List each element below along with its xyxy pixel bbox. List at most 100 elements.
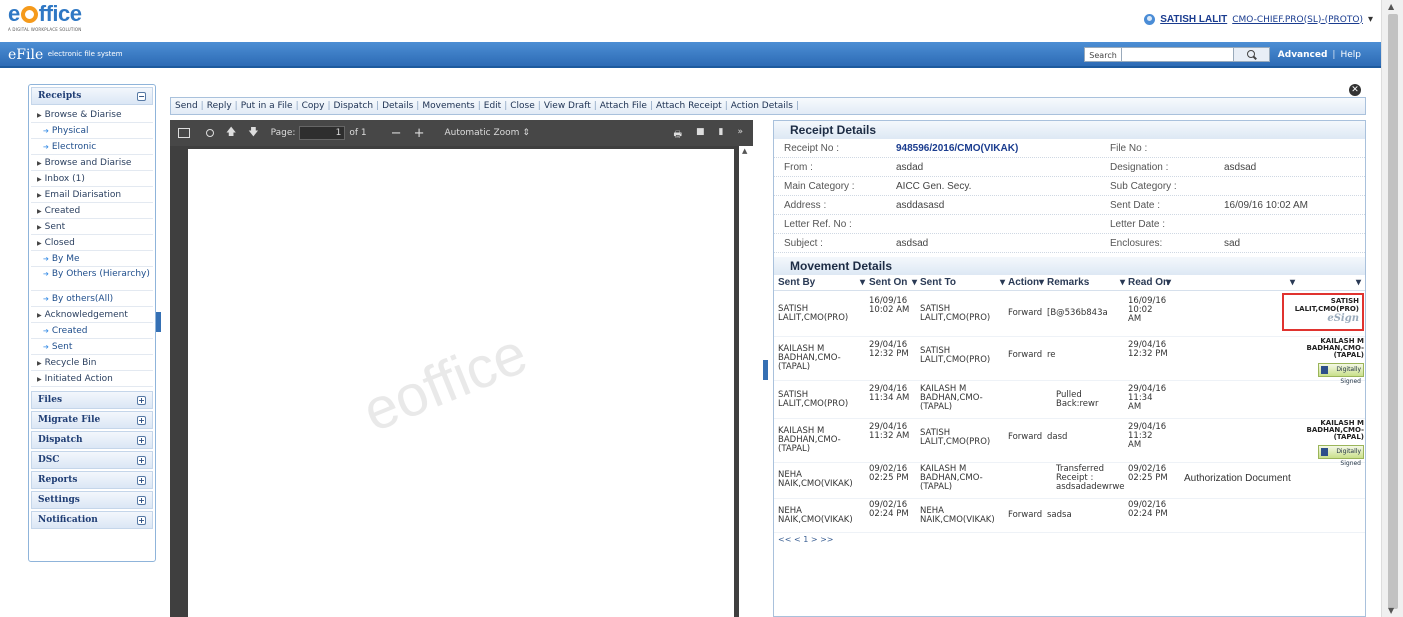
- nav-browse-and-diarise[interactable]: ▶ Browse and Diarise: [31, 155, 153, 171]
- page-scrollbar[interactable]: ▲ ▼: [1381, 0, 1403, 617]
- nav-closed-by-me[interactable]: ➔ By Me: [31, 251, 153, 267]
- sidebar-toggle-icon[interactable]: [178, 128, 190, 138]
- dispatch-button[interactable]: Dispatch: [334, 101, 374, 111]
- search-input[interactable]: [1121, 47, 1234, 62]
- receipts-section-header[interactable]: Receipts −: [31, 87, 153, 105]
- col-read-on[interactable]: Read On: [1128, 275, 1169, 291]
- dsc-section-header[interactable]: DSC +: [31, 451, 153, 469]
- action-details-button[interactable]: Action Details: [731, 101, 793, 111]
- esign-signature-box[interactable]: SATISH LALIT,CMO(PRO) eSign: [1282, 293, 1364, 331]
- attach-receipt-button[interactable]: Attach Receipt: [656, 101, 722, 111]
- put-in-a-file-button[interactable]: Put in a File: [241, 101, 293, 111]
- page-number-input[interactable]: 1: [299, 126, 346, 140]
- arrow-down-icon[interactable]: 🡇: [248, 125, 258, 142]
- sort-icon[interactable]: ▾: [912, 275, 917, 291]
- close-icon[interactable]: ✕: [1349, 84, 1361, 96]
- migrate-file-section-header[interactable]: Migrate File +: [31, 411, 153, 429]
- sort-icon[interactable]: ▾: [1120, 275, 1125, 291]
- table-row[interactable]: NEHA NAIK,CMO(VIKAK) 09/02/16 02:24 PM N…: [774, 499, 1365, 533]
- settings-section-header[interactable]: Settings +: [31, 491, 153, 509]
- pagination[interactable]: << < 1 > >>: [774, 535, 1365, 544]
- col-sent-to[interactable]: Sent To: [920, 275, 956, 291]
- nav-closed[interactable]: ▶ Closed: [31, 235, 153, 251]
- help-link[interactable]: Help: [1340, 50, 1361, 60]
- nav-ack-created[interactable]: ➔ Created: [31, 323, 153, 339]
- files-section-header[interactable]: Files +: [31, 391, 153, 409]
- col-sent-by[interactable]: Sent By: [778, 275, 815, 291]
- nav-electronic[interactable]: ➔ Electronic: [31, 139, 153, 155]
- left-panel-splitter[interactable]: [156, 312, 161, 332]
- expand-icon[interactable]: +: [137, 415, 146, 425]
- notification-section-header[interactable]: Notification +: [31, 511, 153, 529]
- col-remarks[interactable]: Remarks: [1047, 275, 1089, 291]
- expand-icon[interactable]: +: [137, 515, 146, 525]
- bookmark-icon[interactable]: ▮: [719, 127, 724, 143]
- col-action[interactable]: Action: [1008, 275, 1039, 291]
- advanced-search-link[interactable]: Advanced: [1278, 50, 1328, 60]
- nav-recycle-bin[interactable]: ▶ Recycle Bin: [31, 355, 153, 371]
- nav-initiated-action[interactable]: ▶ Initiated Action: [31, 371, 153, 387]
- zoom-in-icon[interactable]: +: [414, 126, 425, 141]
- table-row[interactable]: KAILASH M BADHAN,CMO-(TAPAL) 29/04/16 12…: [774, 337, 1365, 385]
- chevron-down-icon[interactable]: ▾: [1368, 14, 1373, 25]
- user-name-link[interactable]: SATISH LALIT: [1160, 14, 1227, 25]
- col-sent-on[interactable]: Sent On: [869, 275, 907, 291]
- nav-closed-by-others-hierarchy[interactable]: ➔ By Others (Hierarchy): [31, 267, 153, 291]
- expand-icon[interactable]: +: [137, 495, 146, 505]
- eoffice-logo[interactable]: e ffice A DIGITAL WORKPLACE SOLUTION: [8, 2, 82, 33]
- details-button[interactable]: Details: [382, 101, 413, 111]
- nav-closed-by-others-all[interactable]: ➔ By others(All): [31, 291, 153, 307]
- view-draft-button[interactable]: View Draft: [544, 101, 591, 111]
- reports-section-header[interactable]: Reports +: [31, 471, 153, 489]
- nav-email-diarisation[interactable]: ▶ Email Diarisation: [31, 187, 153, 203]
- expand-icon[interactable]: +: [137, 475, 146, 485]
- zoom-select[interactable]: Automatic Zoom ⇕: [438, 128, 535, 138]
- nav-ack-sent[interactable]: ➔ Sent: [31, 339, 153, 355]
- user-bar[interactable]: SATISH LALIT CMO-CHIEF.PRO(SL)-(PROTO) ▾: [1144, 14, 1373, 25]
- scroll-up-icon[interactable]: ▲: [1388, 2, 1394, 11]
- reply-button[interactable]: Reply: [207, 101, 232, 111]
- sort-icon[interactable]: ▾: [860, 275, 865, 291]
- expand-icon[interactable]: +: [137, 455, 146, 465]
- search-icon[interactable]: [206, 129, 214, 137]
- digitally-signed-badge[interactable]: Digitally Signed: [1318, 363, 1364, 385]
- collapse-icon[interactable]: −: [137, 91, 146, 101]
- edit-button[interactable]: Edit: [484, 101, 501, 111]
- table-row[interactable]: SATISH LALIT,CMO(PRO) 16/09/16 10:02 AM …: [774, 291, 1365, 337]
- digitally-signed-badge[interactable]: Digitally Signed: [1318, 445, 1364, 467]
- attach-file-button[interactable]: Attach File: [600, 101, 647, 111]
- nav-physical[interactable]: ➔ Physical: [31, 123, 153, 139]
- scroll-up-icon[interactable]: ▲: [742, 147, 747, 155]
- zoom-out-icon[interactable]: −: [391, 126, 402, 141]
- search-button[interactable]: [1233, 47, 1270, 62]
- center-panel-splitter[interactable]: [763, 360, 768, 380]
- scroll-down-icon[interactable]: ▼: [1388, 606, 1394, 615]
- nav-browse-diarise[interactable]: ▶ Browse & Diarise: [31, 107, 153, 123]
- authorization-document-link[interactable]: Authorization Document: [1184, 473, 1291, 485]
- table-row[interactable]: KAILASH M BADHAN,CMO-(TAPAL) 29/04/16 11…: [774, 419, 1365, 467]
- nav-inbox[interactable]: ▶ Inbox (1): [31, 171, 153, 187]
- print-icon[interactable]: 🖶: [674, 127, 683, 143]
- dispatch-section-header[interactable]: Dispatch +: [31, 431, 153, 449]
- table-row[interactable]: NEHA NAIK,CMO(VIKAK) 09/02/16 02:25 PM K…: [774, 463, 1365, 499]
- expand-icon[interactable]: +: [137, 435, 146, 445]
- copy-button[interactable]: Copy: [302, 101, 325, 111]
- nav-created[interactable]: ▶ Created: [31, 203, 153, 219]
- sort-icon[interactable]: ▾: [1166, 275, 1171, 291]
- arrow-up-icon[interactable]: 🡅: [226, 125, 236, 142]
- user-role-link[interactable]: CMO-CHIEF.PRO(SL)-(PROTO): [1232, 15, 1363, 25]
- sort-icon[interactable]: ▾: [1039, 275, 1044, 291]
- sort-icon[interactable]: ▾: [1290, 275, 1295, 291]
- pdf-scrollbar[interactable]: ▲: [739, 146, 753, 617]
- table-row[interactable]: SATISH LALIT,CMO(PRO) 29/04/16 11:34 AM …: [774, 381, 1365, 419]
- close-button[interactable]: Close: [510, 101, 535, 111]
- sort-icon[interactable]: ▾: [1000, 275, 1005, 291]
- download-icon[interactable]: ■: [696, 127, 705, 143]
- expand-icon[interactable]: +: [137, 395, 146, 405]
- nav-acknowledgement[interactable]: ▶ Acknowledgement: [31, 307, 153, 323]
- nav-sent[interactable]: ▶ Sent: [31, 219, 153, 235]
- scrollbar-thumb[interactable]: [1388, 14, 1398, 609]
- more-tools-icon[interactable]: »: [737, 127, 743, 143]
- sort-icon[interactable]: ▾: [1356, 275, 1361, 291]
- send-button[interactable]: Send: [175, 101, 198, 111]
